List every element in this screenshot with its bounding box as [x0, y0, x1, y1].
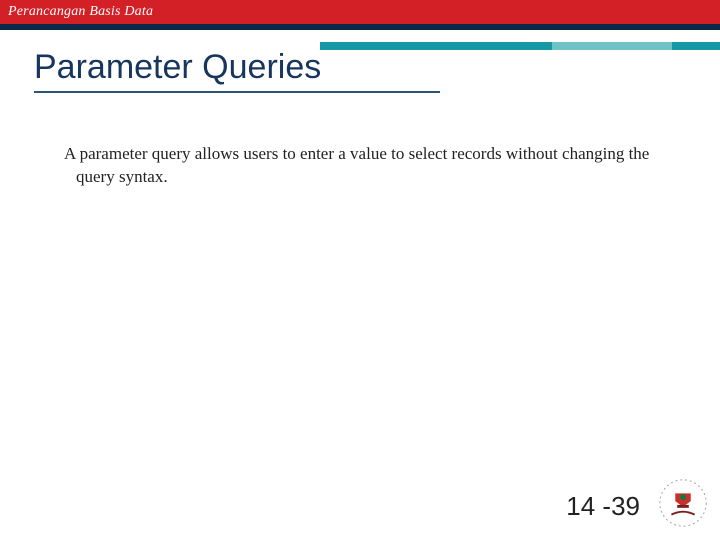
slide: Perancangan Basis Data Parameter Queries… [0, 0, 720, 540]
accent-stripe [320, 42, 720, 50]
brand-bar: Perancangan Basis Data [0, 0, 720, 24]
course-title: Perancangan Basis Data [8, 4, 153, 20]
accent-seg [320, 42, 552, 50]
institution-logo [654, 474, 712, 532]
paragraph: A parameter query allows users to enter … [48, 143, 672, 189]
title-block: Parameter Queries [0, 30, 720, 93]
page-number: 14 -39 [566, 491, 640, 522]
slide-title: Parameter Queries [0, 48, 720, 87]
accent-seg [552, 42, 672, 50]
title-underline [34, 91, 440, 93]
body-text: A parameter query allows users to enter … [48, 143, 672, 189]
accent-seg [672, 42, 720, 50]
